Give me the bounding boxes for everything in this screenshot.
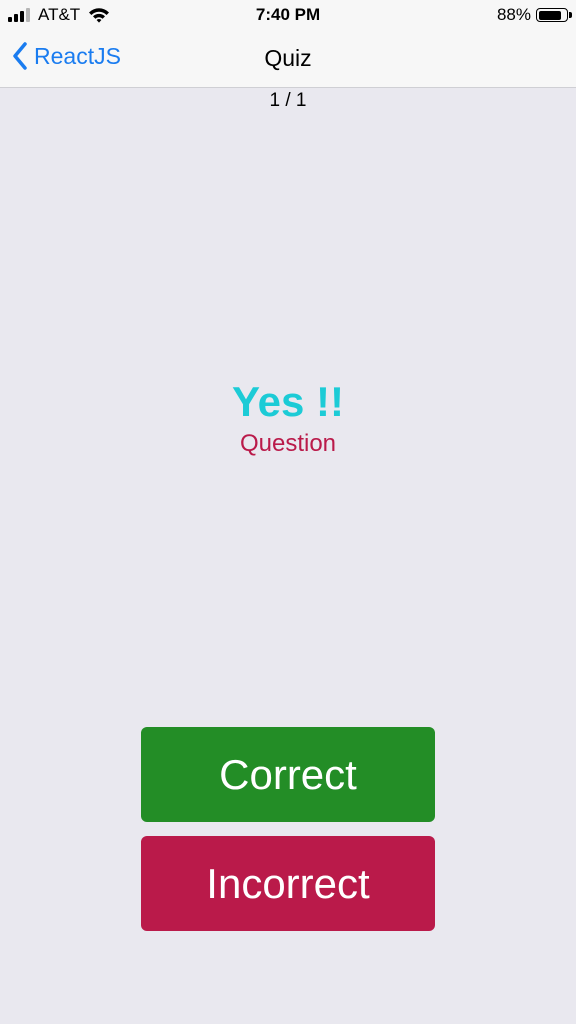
battery-fill xyxy=(538,10,562,20)
status-right: 88% xyxy=(496,5,572,25)
question-label: Question xyxy=(239,430,337,457)
status-bar: AT&T 7:40 PM 88% xyxy=(0,0,576,30)
status-time: 7:40 PM xyxy=(255,5,321,24)
question-counter: 1 / 1 xyxy=(269,90,307,111)
answer-text: Yes !! xyxy=(231,378,345,425)
page-title: Quiz xyxy=(264,45,312,71)
battery-icon xyxy=(536,8,572,22)
battery-tip xyxy=(569,12,572,18)
correct-button[interactable]: Correct xyxy=(141,727,435,822)
incorrect-button[interactable]: Incorrect xyxy=(141,836,435,931)
navigation-bar: ReactJS Quiz xyxy=(0,30,576,88)
battery-percent: 88% xyxy=(496,5,531,24)
